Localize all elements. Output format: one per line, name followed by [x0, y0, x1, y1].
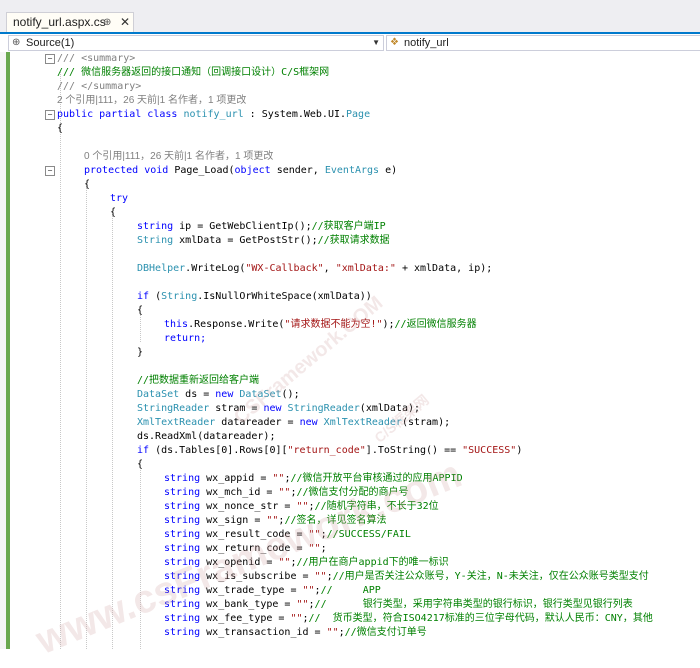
code-line: { — [0, 122, 700, 136]
tab-label: notify_url.aspx.cs — [13, 15, 106, 29]
code-text: string wx_bank_type = "";// 银行类型，采用字符串类型… — [164, 599, 633, 610]
code-line: /// 微信服务器返回的接口通知（回调接口设计）C/S框架网 — [0, 66, 700, 80]
globe-icon: ⊕ — [12, 37, 21, 48]
collapse-icon[interactable]: − — [45, 54, 55, 64]
code-line: { — [0, 206, 700, 220]
code-line: − public partial class notify_url : Syst… — [0, 108, 700, 122]
code-text: { — [110, 207, 117, 218]
code-text: DBHelper.WriteLog("WX-Callback", "xmlDat… — [137, 263, 493, 274]
code-line: ds.ReadXml(datareader); — [0, 430, 700, 444]
code-line: if (ds.Tables[0].Rows[0]["return_code"].… — [0, 444, 700, 458]
code-text: protected void Page_Load(object sender, … — [84, 165, 398, 176]
code-line: { — [0, 458, 700, 472]
code-line: string wx_appid = "";//微信开放平台审核通过的应用APPI… — [0, 472, 700, 486]
code-editor[interactable]: − /// <summary> /// 微信服务器返回的接口通知（回调接口设计）… — [0, 52, 700, 663]
code-line: try — [0, 192, 700, 206]
code-line: } — [0, 346, 700, 360]
code-text: /// </summary> — [57, 81, 142, 92]
code-text: /// <summary> — [57, 53, 136, 64]
title-strip — [0, 0, 700, 12]
code-text: //把数据重新返回给客户端 — [137, 375, 260, 386]
code-text: /// 微信服务器返回的接口通知（回调接口设计）C/S框架网 — [57, 67, 330, 78]
code-text: { — [137, 459, 144, 470]
code-line: DataSet ds = new DataSet(); — [0, 388, 700, 402]
code-line: string wx_openid = "";//用户在商户appid下的唯一标识 — [0, 556, 700, 570]
code-line: DBHelper.WriteLog("WX-Callback", "xmlDat… — [0, 262, 700, 276]
code-text: string wx_fee_type = "";// 货币类型，符合ISO421… — [164, 613, 653, 624]
code-text: { — [137, 305, 144, 316]
code-line: if (String.IsNullOrWhiteSpace(xmlData)) — [0, 290, 700, 304]
code-text: ds.ReadXml(datareader); — [137, 431, 276, 442]
code-line: string wx_is_subscribe = "";//用户是否关注公众账号… — [0, 570, 700, 584]
code-text: { — [57, 123, 64, 134]
codelens-info[interactable]: 0 个引用|111，26 天前|1 名作者，1 项更改 — [84, 150, 273, 164]
tab-notify-url[interactable]: notify_url.aspx.cs ⊕ ✕ — [6, 12, 134, 32]
project-dropdown-label: Source(1) — [26, 37, 75, 49]
code-text: try — [110, 193, 129, 204]
class-dropdown-label: notify_url — [404, 37, 449, 49]
code-line: //把数据重新返回给客户端 — [0, 374, 700, 388]
navigation-bar: ⊕ Source(1) ▼ ❖ notify_url — [0, 34, 700, 53]
code-line: String xmlData = GetPostStr();//获取请求数据 — [0, 234, 700, 248]
code-line: − protected void Page_Load(object sender… — [0, 164, 700, 178]
code-text: public partial class notify_url : System… — [57, 109, 371, 120]
code-text: string wx_transaction_id = "";//微信支付订单号 — [164, 627, 427, 638]
code-text: this.Response.Write("请求数据不能为空!");//返回微信服… — [164, 319, 477, 330]
code-line: string wx_return_code = ""; — [0, 542, 700, 556]
code-line: string ip = GetWebClientIp();//获取客户端IP — [0, 220, 700, 234]
codelens-info[interactable]: 2 个引用|111，26 天前|1 名作者，1 项更改 — [57, 94, 246, 108]
class-dropdown[interactable]: ❖ notify_url — [386, 35, 700, 51]
project-dropdown[interactable]: ⊕ Source(1) ▼ — [8, 35, 384, 51]
code-text: string ip = GetWebClientIp();//获取客户端IP — [137, 221, 386, 232]
code-text: if (String.IsNullOrWhiteSpace(xmlData)) — [137, 291, 372, 302]
collapse-icon[interactable]: − — [45, 166, 55, 176]
code-line: StringReader stram = new StringReader(xm… — [0, 402, 700, 416]
codelens-line: 2 个引用|111，26 天前|1 名作者，1 项更改 — [0, 94, 700, 108]
document-tab-bar: notify_url.aspx.cs ⊕ ✕ — [0, 12, 700, 34]
collapse-icon[interactable]: − — [45, 110, 55, 120]
code-text: StringReader stram = new StringReader(xm… — [137, 403, 421, 414]
chevron-down-icon[interactable]: ▼ — [372, 36, 380, 50]
code-line: /// </summary> — [0, 80, 700, 94]
code-text: return; — [164, 333, 207, 344]
code-text: if (ds.Tables[0].Rows[0]["return_code"].… — [137, 445, 523, 456]
code-text: } — [137, 347, 144, 358]
pin-icon[interactable]: ⊕ — [103, 13, 111, 32]
code-text: String xmlData = GetPostStr();//获取请求数据 — [137, 235, 390, 246]
code-line: − /// <summary> — [0, 52, 700, 66]
code-line: XmlTextReader datareader = new XmlTextRe… — [0, 416, 700, 430]
code-line: { — [0, 178, 700, 192]
code-text: { — [84, 179, 91, 190]
class-icon: ❖ — [390, 37, 399, 48]
close-icon[interactable]: ✕ — [120, 13, 130, 32]
codelens-line: 0 个引用|111，26 天前|1 名作者，1 项更改 — [0, 150, 700, 164]
